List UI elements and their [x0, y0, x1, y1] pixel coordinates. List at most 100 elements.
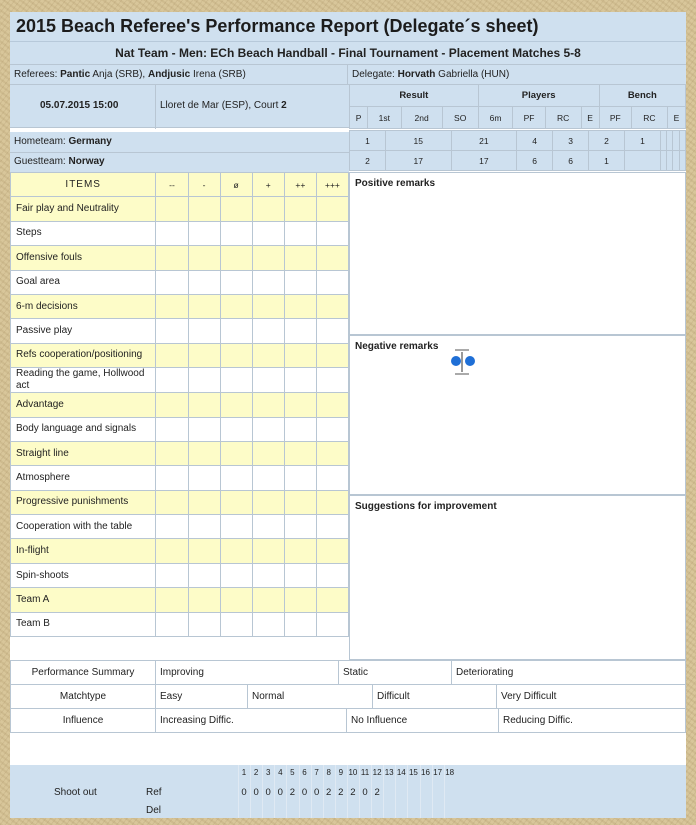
rating-cell[interactable] — [251, 562, 285, 589]
rating-cell[interactable] — [251, 538, 285, 564]
rating-cell[interactable] — [187, 220, 221, 247]
rating-cell[interactable] — [187, 293, 221, 320]
rating-cell[interactable] — [283, 293, 317, 320]
rating-cell[interactable] — [283, 538, 317, 564]
rating-cell[interactable] — [283, 465, 317, 491]
option-deteriorating[interactable]: Deteriorating — [451, 660, 686, 685]
home-value-6[interactable]: 1 — [623, 130, 661, 151]
negative-remarks-box[interactable]: Negative remarks — [349, 335, 686, 495]
option-reducing-diffic[interactable]: Reducing Diffic. — [498, 708, 686, 733]
rating-cell[interactable] — [187, 514, 221, 540]
rating-cell[interactable] — [219, 538, 253, 564]
rating-cell[interactable] — [155, 342, 189, 369]
rating-cell[interactable] — [187, 245, 221, 271]
rating-cell[interactable] — [251, 245, 285, 271]
rating-cell[interactable] — [219, 269, 253, 295]
shootout-ref-value[interactable]: 0 — [311, 787, 323, 798]
rating-cell[interactable] — [219, 514, 253, 540]
rating-cell[interactable] — [251, 318, 285, 344]
rating-cell[interactable] — [251, 440, 285, 467]
option-difficult[interactable]: Difficult — [372, 684, 497, 709]
home-value-2[interactable]: 21 — [450, 130, 518, 151]
rating-cell[interactable] — [315, 611, 350, 638]
guest-value-5[interactable]: 1 — [588, 150, 625, 171]
rating-cell[interactable] — [155, 587, 189, 613]
home-value-0[interactable]: 1 — [349, 130, 386, 151]
rating-cell[interactable] — [283, 342, 317, 369]
guest-value-4[interactable]: 6 — [552, 150, 590, 171]
rating-cell[interactable] — [155, 318, 189, 344]
rating-cell[interactable] — [283, 587, 317, 613]
rating-cell[interactable] — [155, 367, 189, 394]
rating-cell[interactable] — [187, 440, 221, 467]
rating-cell[interactable] — [155, 514, 189, 540]
rating-cell[interactable] — [187, 318, 221, 344]
rating-cell[interactable] — [283, 220, 317, 247]
rating-cell[interactable] — [219, 392, 253, 418]
option-easy[interactable]: Easy — [155, 684, 248, 709]
rating-cell[interactable] — [187, 489, 221, 516]
shootout-ref-value[interactable]: 0 — [359, 787, 371, 798]
rating-cell[interactable] — [315, 342, 350, 369]
rating-cell[interactable] — [187, 342, 221, 369]
option-no-influence[interactable]: No Influence — [346, 708, 499, 733]
guest-value-6[interactable] — [623, 150, 661, 171]
shootout-ref-value[interactable]: 0 — [250, 787, 262, 798]
rating-cell[interactable] — [315, 514, 350, 540]
rating-cell[interactable] — [219, 416, 253, 442]
guest-value-0[interactable]: 2 — [349, 150, 386, 171]
rating-cell[interactable] — [219, 293, 253, 320]
rating-cell[interactable] — [315, 367, 350, 394]
rating-cell[interactable] — [187, 196, 221, 222]
suggestions-box[interactable]: Suggestions for improvement — [349, 495, 686, 660]
rating-cell[interactable] — [219, 465, 253, 491]
rating-cell[interactable] — [283, 367, 317, 394]
rating-cell[interactable] — [251, 342, 285, 369]
rating-cell[interactable] — [155, 465, 189, 491]
rating-cell[interactable] — [315, 489, 350, 516]
home-value-1[interactable]: 15 — [384, 130, 452, 151]
shootout-ref-value[interactable]: 2 — [371, 787, 383, 798]
rating-cell[interactable] — [219, 367, 253, 394]
home-value-5[interactable]: 2 — [588, 130, 625, 151]
rating-cell[interactable] — [251, 392, 285, 418]
rating-cell[interactable] — [187, 269, 221, 295]
rating-cell[interactable] — [155, 611, 189, 638]
option-static[interactable]: Static — [338, 660, 452, 685]
rating-cell[interactable] — [219, 611, 253, 638]
rating-cell[interactable] — [315, 587, 350, 613]
rating-cell[interactable] — [283, 514, 317, 540]
rating-cell[interactable] — [219, 196, 253, 222]
rating-cell[interactable] — [251, 220, 285, 247]
rating-cell[interactable] — [315, 293, 350, 320]
rating-cell[interactable] — [187, 465, 221, 491]
guest-value-1[interactable]: 17 — [384, 150, 452, 171]
option-improving[interactable]: Improving — [155, 660, 339, 685]
rating-cell[interactable] — [219, 245, 253, 271]
rating-cell[interactable] — [251, 514, 285, 540]
rating-cell[interactable] — [187, 416, 221, 442]
guest-value-3[interactable]: 6 — [516, 150, 554, 171]
rating-cell[interactable] — [155, 220, 189, 247]
rating-cell[interactable] — [251, 293, 285, 320]
rating-cell[interactable] — [155, 196, 189, 222]
rating-cell[interactable] — [283, 245, 317, 271]
rating-cell[interactable] — [155, 562, 189, 589]
rating-cell[interactable] — [187, 367, 221, 394]
rating-cell[interactable] — [155, 538, 189, 564]
rating-cell[interactable] — [219, 562, 253, 589]
rating-cell[interactable] — [315, 269, 350, 295]
shootout-ref-value[interactable]: 2 — [323, 787, 335, 798]
rating-cell[interactable] — [219, 587, 253, 613]
rating-cell[interactable] — [219, 318, 253, 344]
shootout-ref-value[interactable]: 2 — [286, 787, 298, 798]
rating-cell[interactable] — [315, 220, 350, 247]
positive-remarks-box[interactable]: Positive remarks — [349, 172, 686, 335]
rating-cell[interactable] — [219, 220, 253, 247]
shootout-ref-value[interactable]: 0 — [238, 787, 250, 798]
guest-value-2[interactable]: 17 — [450, 150, 518, 171]
option-normal[interactable]: Normal — [247, 684, 373, 709]
rating-cell[interactable] — [251, 587, 285, 613]
rating-cell[interactable] — [155, 440, 189, 467]
shootout-ref-value[interactable]: 2 — [335, 787, 347, 798]
